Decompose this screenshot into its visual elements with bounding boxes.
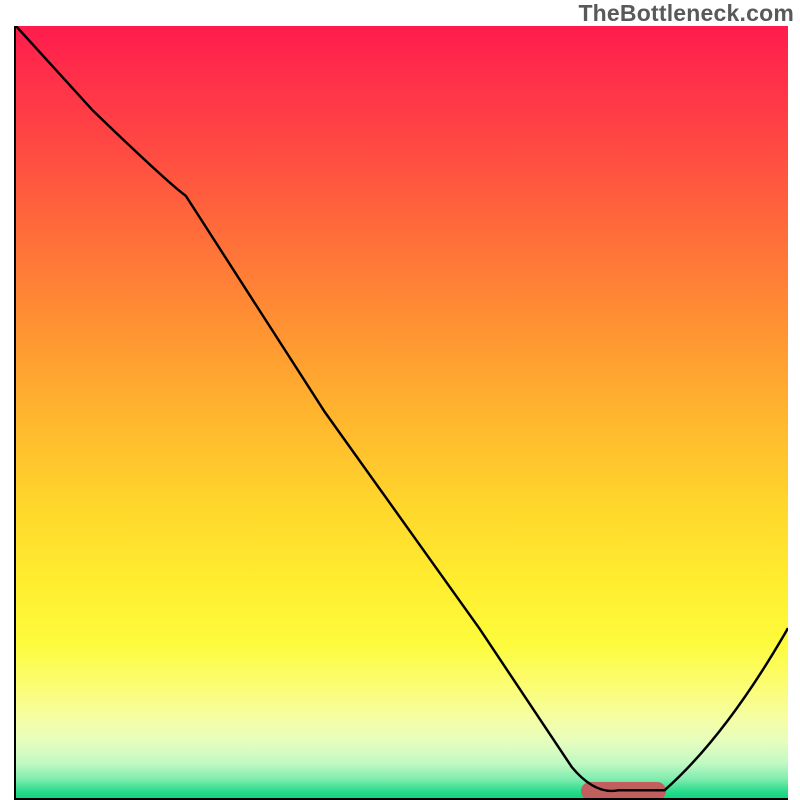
plot-area — [14, 26, 788, 800]
attribution-text: TheBottleneck.com — [578, 0, 794, 27]
bottleneck-curve — [16, 26, 788, 798]
chart-container: TheBottleneck.com — [0, 0, 800, 800]
